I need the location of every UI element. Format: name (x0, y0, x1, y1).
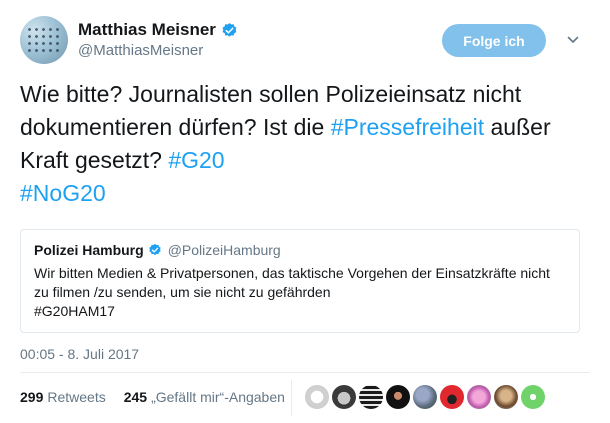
author-name-row: Matthias Meisner (78, 20, 238, 40)
quoted-tweet-line: zu filmen /zu senden, um sie nicht zu ge… (34, 284, 331, 300)
author-handle[interactable]: @MatthiasMeisner (78, 42, 203, 59)
quoted-author-handle: @PolizeiHamburg (167, 242, 281, 258)
quoted-author-name: Polizei Hamburg (34, 242, 144, 258)
liker-avatar[interactable] (386, 385, 410, 409)
likes-count[interactable]: 245 (124, 389, 147, 405)
quoted-tweet[interactable]: Polizei Hamburg @PolizeiHamburg Wir bitt… (20, 229, 580, 333)
avatar-pattern (26, 26, 62, 54)
follow-button[interactable]: Folge ich (442, 24, 546, 57)
hashtag-g20[interactable]: #G20 (168, 147, 224, 173)
author-avatar[interactable] (20, 16, 68, 64)
liker-avatar[interactable] (332, 385, 356, 409)
retweets-count[interactable]: 299 (20, 389, 43, 405)
likers-avatar-list (305, 385, 545, 409)
liker-avatar[interactable] (521, 385, 545, 409)
tweet-stats: 299 Retweets 245 „Gefällt mir“-Angaben (20, 389, 285, 405)
author-display-name[interactable]: Matthias Meisner (78, 20, 216, 40)
tweet-timestamp[interactable]: 00:05 - 8. Juli 2017 (20, 346, 139, 362)
tweet-header: Matthias Meisner @MatthiasMeisner Folge … (20, 16, 590, 66)
verified-badge-icon (222, 22, 237, 37)
stats-spacer (110, 389, 120, 405)
chevron-down-icon[interactable] (567, 34, 579, 46)
liker-avatar[interactable] (413, 385, 437, 409)
liker-avatar[interactable] (494, 385, 518, 409)
quoted-tweet-hashtag: #G20HAM17 (34, 303, 115, 319)
hashtag-nog20[interactable]: #NoG20 (20, 180, 106, 206)
quoted-tweet-line: Wir bitten Medien & Privatpersonen, das … (34, 265, 550, 281)
divider (20, 372, 590, 373)
likes-label[interactable]: „Gefällt mir“-Angaben (151, 389, 285, 405)
hashtag-pressefreiheit[interactable]: #Pressefreiheit (331, 114, 484, 140)
liker-avatar[interactable] (440, 385, 464, 409)
retweets-label[interactable]: Retweets (47, 389, 105, 405)
verified-badge-icon (148, 243, 161, 256)
quoted-tweet-body: Wir bitten Medien & Privatpersonen, das … (34, 264, 566, 321)
liker-avatar[interactable] (467, 385, 491, 409)
stats-divider (291, 380, 292, 416)
liker-avatar[interactable] (359, 385, 383, 409)
liker-avatar[interactable] (305, 385, 329, 409)
tweet-text: Wie bitte? Journalisten sollen Polizeiei… (20, 78, 590, 210)
quoted-tweet-header: Polizei Hamburg @PolizeiHamburg (34, 242, 566, 258)
